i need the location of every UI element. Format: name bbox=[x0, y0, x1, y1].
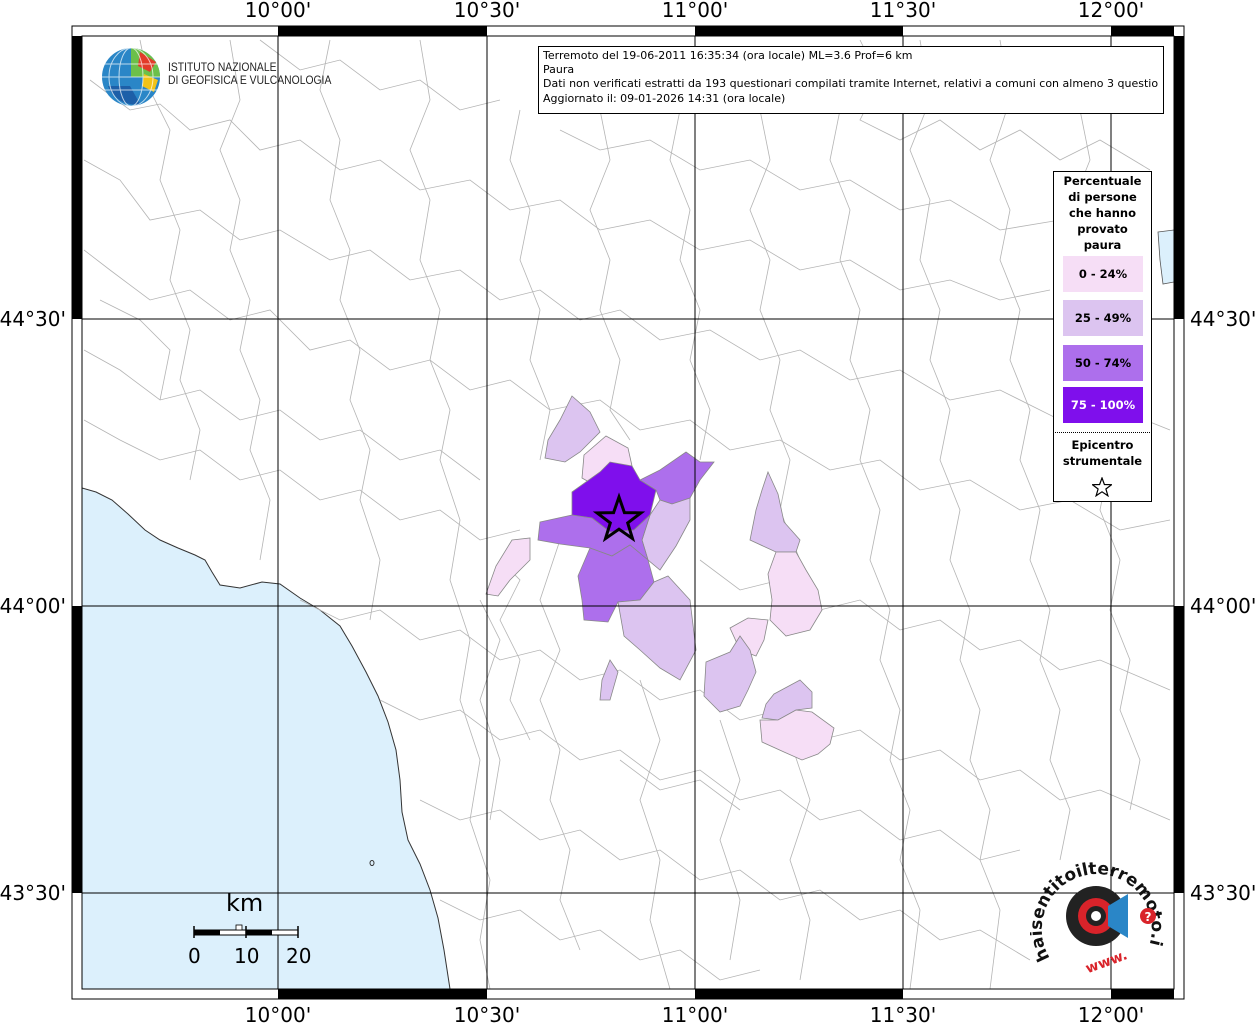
legend-class-0-24: 0 - 24% bbox=[1063, 256, 1143, 292]
scale-label-10: 10 bbox=[234, 944, 260, 968]
lon-label: 10°30' bbox=[454, 0, 520, 22]
update-timestamp: Aggiornato il: 09-01-2026 14:31 (ora loc… bbox=[543, 91, 786, 105]
lat-label: 43°30' bbox=[0, 881, 66, 905]
lon-label: 10°00' bbox=[245, 1003, 311, 1024]
ingv-logo-text: ISTITUTO NAZIONALE DI GEOFISICA E VULCAN… bbox=[168, 62, 331, 88]
legend-class-75-100: 75 - 100% bbox=[1063, 387, 1143, 423]
ingv-line-1: ISTITUTO NAZIONALE bbox=[168, 62, 277, 74]
legend-separator bbox=[1055, 432, 1150, 433]
lon-labels-top: 10°00' 10°30' 11°00' 11°30' 12°00' bbox=[245, 0, 1144, 22]
event-info-box: Terremoto del 19-06-2011 16:35:34 (ora l… bbox=[538, 46, 1164, 114]
lon-label: 11°00' bbox=[662, 0, 728, 22]
lat-label: 44°00' bbox=[0, 594, 66, 618]
ingv-logo bbox=[100, 46, 162, 112]
legend-epicenter-line: Epicentro bbox=[1071, 438, 1134, 452]
lon-labels-bottom: 10°00' 10°30' 11°00' 11°30' 12°00' bbox=[245, 1003, 1144, 1024]
lon-label: 10°00' bbox=[245, 0, 311, 22]
scale-label-20: 20 bbox=[286, 944, 312, 968]
hsit-url-text: www. bbox=[1084, 947, 1130, 977]
star-icon bbox=[1092, 477, 1112, 497]
legend-title-line: Percentuale bbox=[1063, 174, 1142, 188]
hsit-logo: haisentitoilterremoto.it ? www. bbox=[1030, 848, 1167, 977]
lat-label: 43°30' bbox=[1190, 881, 1256, 905]
lat-label: 44°00' bbox=[1190, 594, 1256, 618]
scale-label-0: 0 bbox=[188, 944, 201, 968]
lon-label: 11°00' bbox=[662, 1003, 728, 1024]
lat-labels-right: 44°30' 44°00' 43°30' bbox=[1190, 307, 1256, 905]
globe-icon bbox=[102, 47, 160, 107]
lat-label: 44°30' bbox=[0, 307, 66, 331]
svg-text:?: ? bbox=[1145, 910, 1152, 924]
data-note: Dati non verificati estratti da 193 ques… bbox=[543, 77, 1159, 91]
lat-labels-left: 44°30' 44°00' 43°30' bbox=[0, 307, 66, 905]
lon-label: 10°30' bbox=[454, 1003, 520, 1024]
lat-label: 44°30' bbox=[1190, 307, 1256, 331]
legend: Percentuale di persone che hanno provato… bbox=[1053, 171, 1152, 502]
legend-epicenter-line: strumentale bbox=[1062, 454, 1143, 468]
legend-title-line: di persone bbox=[1068, 190, 1137, 204]
lon-label: 11°30' bbox=[870, 0, 936, 22]
legend-title: Percentuale di persone che hanno provato… bbox=[1054, 172, 1151, 253]
legend-title-line: che hanno bbox=[1068, 206, 1137, 220]
ingv-line-2: DI GEOFISICA E VULCANOLOGIA bbox=[168, 75, 332, 87]
lon-label: 12°00' bbox=[1078, 0, 1144, 22]
legend-class-25-49: 25 - 49% bbox=[1063, 300, 1143, 336]
lon-label: 12°00' bbox=[1078, 1003, 1144, 1024]
event-title: Terremoto del 19-06-2011 16:35:34 (ora l… bbox=[543, 49, 913, 62]
lon-label: 11°30' bbox=[870, 1003, 936, 1024]
legend-title-line: provato bbox=[1077, 222, 1128, 236]
legend-title-line: paura bbox=[1083, 238, 1122, 252]
legend-epicenter-label: Epicentro strumentale bbox=[1054, 437, 1151, 469]
legend-class-50-74: 50 - 74% bbox=[1063, 345, 1143, 381]
scale-bar bbox=[193, 924, 299, 938]
parameter-label: Paura bbox=[543, 63, 575, 77]
